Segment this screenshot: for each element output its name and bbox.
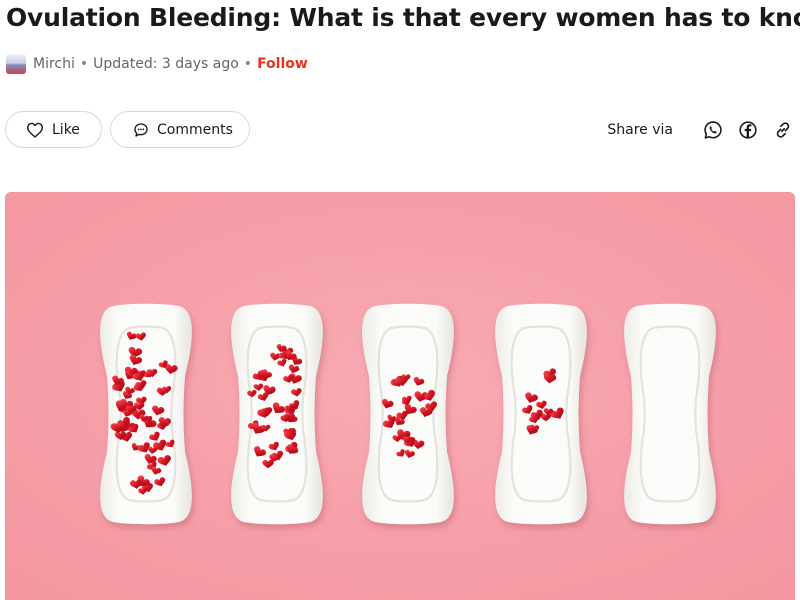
- sanitary-pad: [231, 303, 323, 525]
- whatsapp-icon[interactable]: [702, 119, 724, 141]
- sanitary-pad: [624, 303, 716, 525]
- sanitary-pad: [495, 303, 587, 525]
- comment-bubble-icon: [134, 122, 148, 137]
- comments-label: Comments: [157, 121, 233, 138]
- updated-time: Updated: 3 days ago: [93, 56, 239, 72]
- article-meta: Mirchi • Updated: 3 days ago • Follow: [6, 52, 308, 76]
- article-title: Ovulation Bleeding: What is that every w…: [6, 3, 800, 32]
- sanitary-pad: [362, 303, 454, 525]
- sanitary-pad: [100, 303, 192, 525]
- hero-image: [5, 192, 795, 600]
- pads-illustration: [5, 192, 795, 600]
- publisher-name[interactable]: Mirchi: [33, 56, 75, 72]
- share-bar: Share via: [607, 116, 794, 144]
- comments-button[interactable]: Comments: [110, 111, 250, 148]
- meta-separator: •: [243, 56, 253, 72]
- meta-separator: •: [79, 56, 89, 72]
- article-page: Ovulation Bleeding: What is that every w…: [0, 0, 800, 600]
- like-label: Like: [52, 121, 80, 138]
- like-button[interactable]: Like: [5, 111, 102, 148]
- follow-button[interactable]: Follow: [257, 56, 308, 72]
- share-label: Share via: [607, 122, 673, 138]
- publisher-avatar[interactable]: [6, 54, 26, 74]
- link-icon[interactable]: [772, 119, 794, 141]
- facebook-icon[interactable]: [737, 119, 759, 141]
- heart-outline-icon: [27, 122, 43, 138]
